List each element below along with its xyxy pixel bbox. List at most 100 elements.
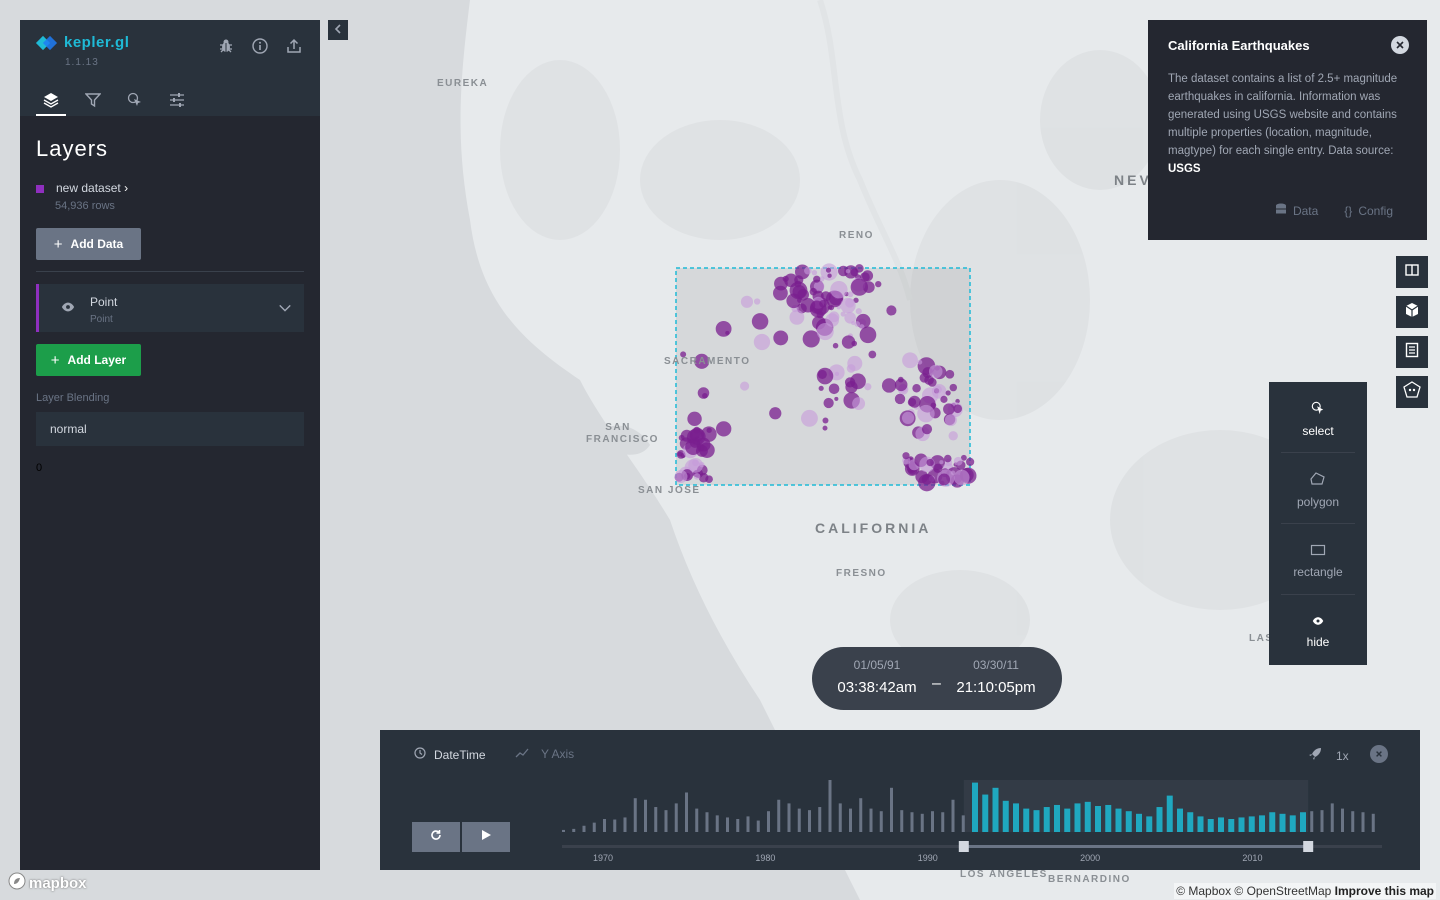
y-axis-selector[interactable]: Y Axis bbox=[515, 747, 574, 761]
earthquake-point bbox=[740, 381, 750, 391]
info-icon[interactable] bbox=[250, 36, 270, 56]
eye-icon[interactable] bbox=[61, 300, 75, 319]
close-icon[interactable] bbox=[1370, 745, 1388, 763]
histogram-bar bbox=[992, 787, 999, 832]
layer-name[interactable]: Point bbox=[90, 295, 117, 309]
earthquake-point bbox=[948, 431, 958, 441]
time-slider-start-handle bbox=[958, 841, 969, 852]
earthquake-point bbox=[945, 369, 955, 379]
3d-map-button[interactable] bbox=[1396, 296, 1428, 328]
code-braces-icon: {} bbox=[1344, 203, 1353, 218]
histogram-bar bbox=[1095, 806, 1101, 832]
tab-layers[interactable] bbox=[36, 88, 66, 116]
histogram-bar bbox=[1105, 804, 1112, 832]
histogram-bar bbox=[1341, 808, 1344, 832]
earthquake-point bbox=[850, 373, 866, 390]
share-icon[interactable] bbox=[284, 36, 304, 56]
filter-icon bbox=[84, 92, 102, 113]
plus-icon: + bbox=[53, 235, 63, 253]
reset-icon bbox=[430, 828, 442, 846]
earthquake-point bbox=[845, 269, 851, 274]
tab-map-style[interactable] bbox=[162, 88, 192, 116]
earthquake-point bbox=[828, 383, 840, 395]
tab-interactions[interactable] bbox=[120, 88, 150, 116]
draw-polygon-icon bbox=[1403, 380, 1421, 404]
earthquake-point bbox=[828, 311, 840, 323]
histogram-bar bbox=[1166, 795, 1173, 832]
histogram-bar bbox=[972, 782, 978, 832]
draw-polygon-button[interactable] bbox=[1396, 376, 1428, 408]
add-layer-button[interactable]: + Add Layer bbox=[36, 344, 141, 376]
dataset-name[interactable]: new dataset bbox=[56, 181, 121, 195]
start-time: 03:38:42am bbox=[837, 679, 917, 696]
layer-blending-select[interactable]: normal bbox=[36, 412, 304, 446]
earthquake-point bbox=[832, 342, 839, 349]
map-label-sacramento: SACRAMENTO bbox=[664, 356, 751, 367]
draw-polygon-option[interactable]: polygon bbox=[1279, 461, 1357, 519]
earthquake-point bbox=[687, 411, 702, 427]
histogram-bar bbox=[1084, 801, 1091, 832]
side-panel-header: kepler.gl 1.1.13 bbox=[20, 20, 320, 116]
reset-animation-button[interactable] bbox=[412, 822, 460, 852]
3d-map-icon bbox=[1404, 302, 1420, 323]
earthquake-point bbox=[940, 395, 948, 403]
panel-title: Layers bbox=[36, 136, 109, 161]
histogram-bar bbox=[592, 822, 596, 832]
data-link[interactable]: Data bbox=[1275, 203, 1318, 218]
histogram-bar bbox=[715, 815, 719, 832]
layer-panel-point[interactable]: Point Point bbox=[36, 284, 304, 332]
draw-hide-option[interactable]: hide bbox=[1279, 603, 1357, 661]
bug-icon[interactable] bbox=[216, 36, 236, 56]
histogram-bar bbox=[1125, 811, 1132, 832]
collapse-sidebar-button[interactable] bbox=[328, 20, 348, 40]
clock-icon bbox=[414, 747, 426, 762]
earthquake-point bbox=[804, 266, 812, 275]
map-label-san-francisco: SAN FRANCISCO bbox=[586, 422, 659, 445]
histogram-bar bbox=[1330, 803, 1334, 832]
earthquake-point bbox=[881, 378, 897, 393]
histogram-bar bbox=[900, 810, 904, 832]
histogram-bar bbox=[654, 807, 658, 832]
histogram-bar bbox=[828, 780, 832, 832]
legend-button[interactable] bbox=[1396, 336, 1428, 368]
datetime-field-selector[interactable]: DateTime bbox=[414, 747, 486, 762]
mapbox-logo[interactable]: mapbox bbox=[8, 872, 87, 894]
earthquake-point bbox=[943, 403, 955, 415]
chevron-down-icon[interactable] bbox=[278, 301, 292, 320]
close-icon[interactable] bbox=[1391, 36, 1409, 54]
draw-mode-menu: select polygon rectangle hide bbox=[1269, 382, 1367, 665]
database-icon bbox=[1275, 203, 1287, 218]
time-histogram[interactable]: 1970 1980 1990 2000 2010 bbox=[556, 776, 1386, 866]
earthquake-point bbox=[953, 404, 963, 414]
histogram-bar bbox=[808, 810, 811, 832]
histogram-bar bbox=[726, 817, 729, 832]
side-panel: kepler.gl 1.1.13 Layers new dataset › 54… bbox=[20, 20, 320, 870]
time-slider-end-handle bbox=[1303, 841, 1314, 852]
add-data-button[interactable]: + Add Data bbox=[36, 228, 141, 260]
earthquake-point bbox=[827, 273, 832, 278]
histogram-bar bbox=[982, 794, 989, 832]
map-attribution[interactable]: © Mapbox © OpenStreetMap Improve this ma… bbox=[1174, 883, 1436, 899]
split-map-button[interactable] bbox=[1396, 256, 1428, 288]
map-label-los-angeles: LOS ANGELES bbox=[960, 869, 1048, 880]
playback-speed-control[interactable]: 1x bbox=[1308, 747, 1349, 764]
config-link[interactable]: {} Config bbox=[1344, 203, 1393, 218]
divider bbox=[36, 271, 304, 272]
tab-filters[interactable] bbox=[78, 88, 108, 116]
play-button[interactable] bbox=[462, 822, 510, 852]
earthquake-point bbox=[917, 404, 935, 423]
improve-map-link[interactable]: Improve this map bbox=[1335, 884, 1434, 898]
histogram-bar bbox=[910, 812, 914, 832]
earthquake-point bbox=[897, 376, 904, 383]
info-source-link[interactable]: USGS bbox=[1168, 163, 1201, 175]
histogram-bar bbox=[582, 825, 586, 832]
histogram-bar bbox=[787, 803, 791, 832]
histogram-bar bbox=[695, 808, 699, 832]
layers-icon bbox=[43, 92, 59, 113]
draw-select-option[interactable]: select bbox=[1279, 390, 1357, 448]
line-chart-icon bbox=[515, 747, 529, 761]
draw-rectangle-option[interactable]: rectangle bbox=[1279, 532, 1357, 590]
histogram-bar bbox=[1146, 816, 1153, 832]
polygon-icon bbox=[1310, 471, 1326, 489]
histogram-bar bbox=[1351, 811, 1355, 832]
